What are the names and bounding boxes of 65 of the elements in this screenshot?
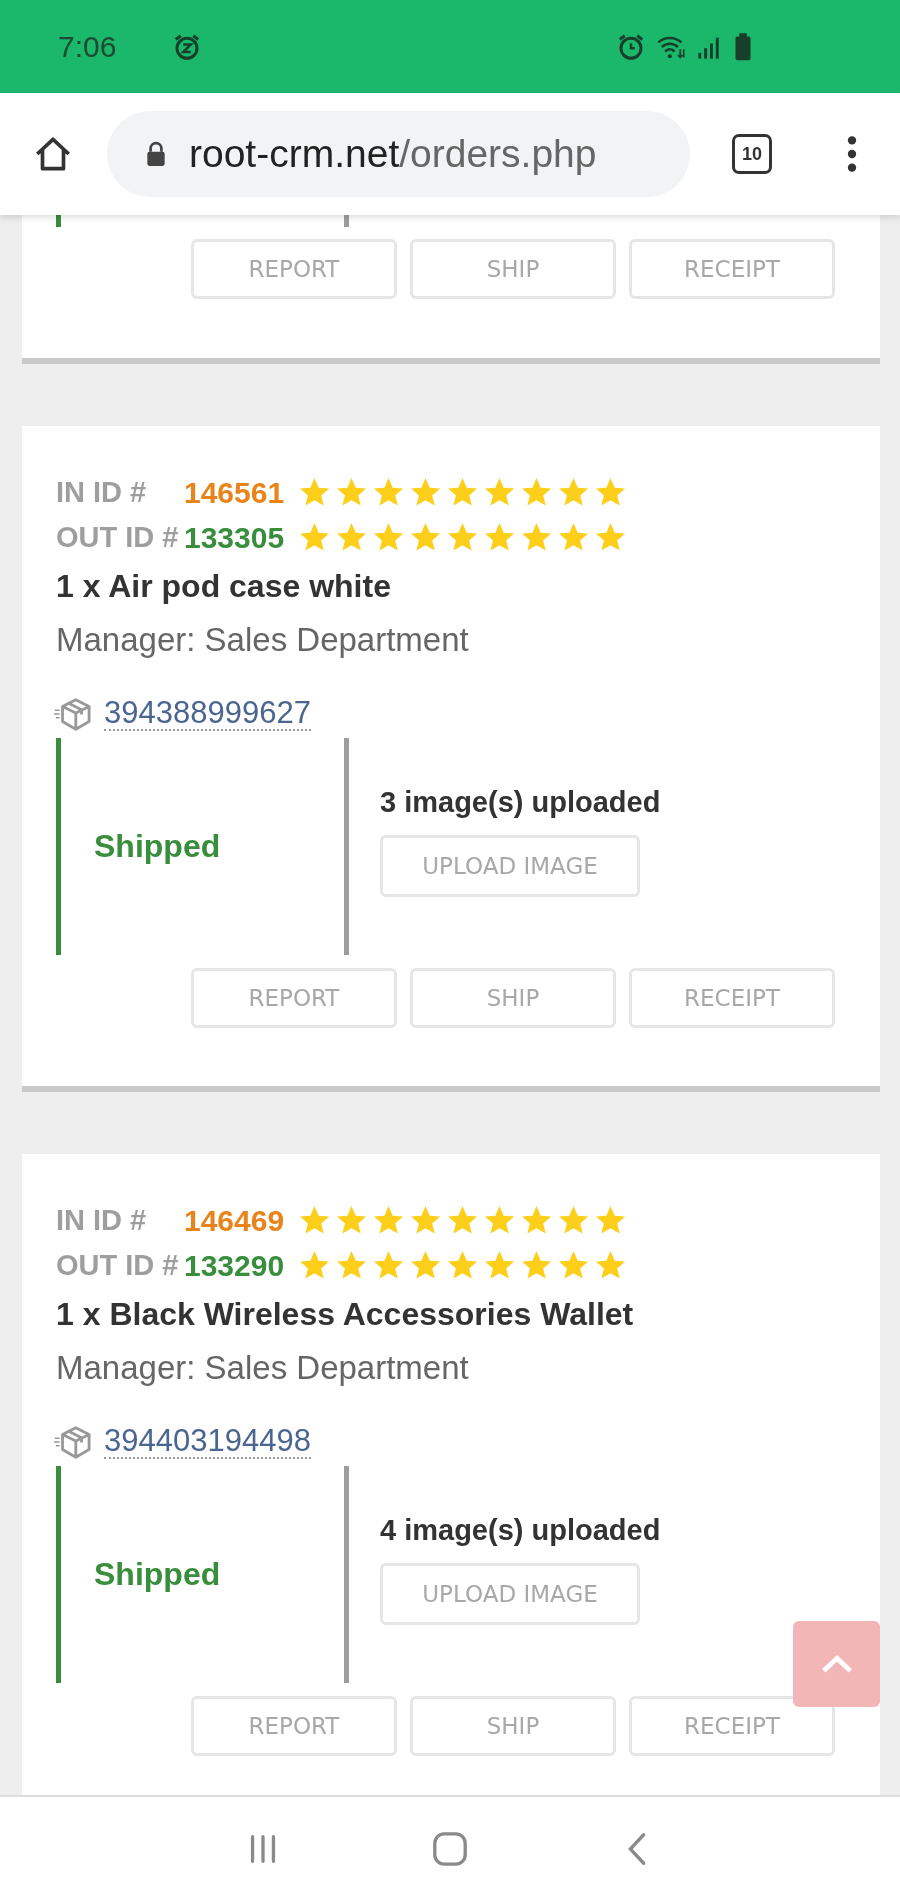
star-icon [483,521,516,554]
star-icon [335,476,368,509]
star-icon [557,1204,590,1237]
star-icon [335,1204,368,1237]
lock-icon [145,141,167,167]
id-label: IN ID # [56,476,148,509]
tracking-link[interactable]: 394388999627 [104,697,311,731]
package-icon [52,695,92,733]
star-icon [520,1204,553,1237]
scroll-to-top-button[interactable] [793,1621,880,1707]
star-icon [483,476,516,509]
tab-count-button[interactable]: 10 [732,134,772,174]
images-count: 3 image(s) uploaded [380,786,661,819]
star-icon [298,1249,331,1282]
manager-text: Manager: Sales Department [56,1348,470,1388]
star-icon [335,1249,368,1282]
star-icon [446,476,479,509]
id-label: IN ID # [56,1204,148,1237]
star-icon [520,476,553,509]
star-icon [372,1204,405,1237]
star-icon [520,521,553,554]
battery-icon [734,31,752,62]
product-title: 1 x Black Wireless Accessories Wallet [56,1295,635,1334]
out-id-number: 133290 [184,1248,286,1283]
out-id-number: 133305 [184,520,286,555]
star-icon [483,1249,516,1282]
package-icon [52,1423,92,1461]
star-icon [446,521,479,554]
star-icon [298,476,331,509]
menu-icon[interactable] [846,133,858,175]
star-icon [372,521,405,554]
star-icon [335,521,368,554]
star-icon [557,521,590,554]
images-count: 4 image(s) uploaded [380,1514,661,1547]
star-icon [557,476,590,509]
home-button-icon[interactable] [431,1829,469,1868]
order-status: Shipped [94,828,221,865]
star-icon [594,1204,627,1237]
star-icon [446,1204,479,1237]
address-bar[interactable]: root-crm.net/orders.php [107,111,690,197]
in-id-number: 146561 [184,475,286,510]
star-icon [409,1249,442,1282]
star-icon [594,521,627,554]
clock-time: 7:06 [58,29,117,64]
url-text: root-crm.net/orders.php [189,132,597,176]
star-icon [409,521,442,554]
order-status: Shipped [94,1556,221,1593]
id-label: OUT ID # [56,521,180,554]
manager-text: Manager: Sales Department [56,620,470,660]
product-title: 1 x Air pod case white [56,567,392,606]
id-label: OUT ID # [56,1249,180,1282]
star-icon [409,476,442,509]
in-id-number: 146469 [184,1203,286,1238]
star-icon [557,1249,590,1282]
star-icon [594,476,627,509]
star-icon [446,1249,479,1282]
star-icon [372,1249,405,1282]
star-icon [520,1249,553,1282]
star-icon [409,1204,442,1237]
star-icon [594,1249,627,1282]
star-icon [298,1204,331,1237]
star-icon [372,476,405,509]
star-icon [483,1204,516,1237]
star-icon [298,521,331,554]
tracking-link[interactable]: 394403194498 [104,1425,311,1459]
